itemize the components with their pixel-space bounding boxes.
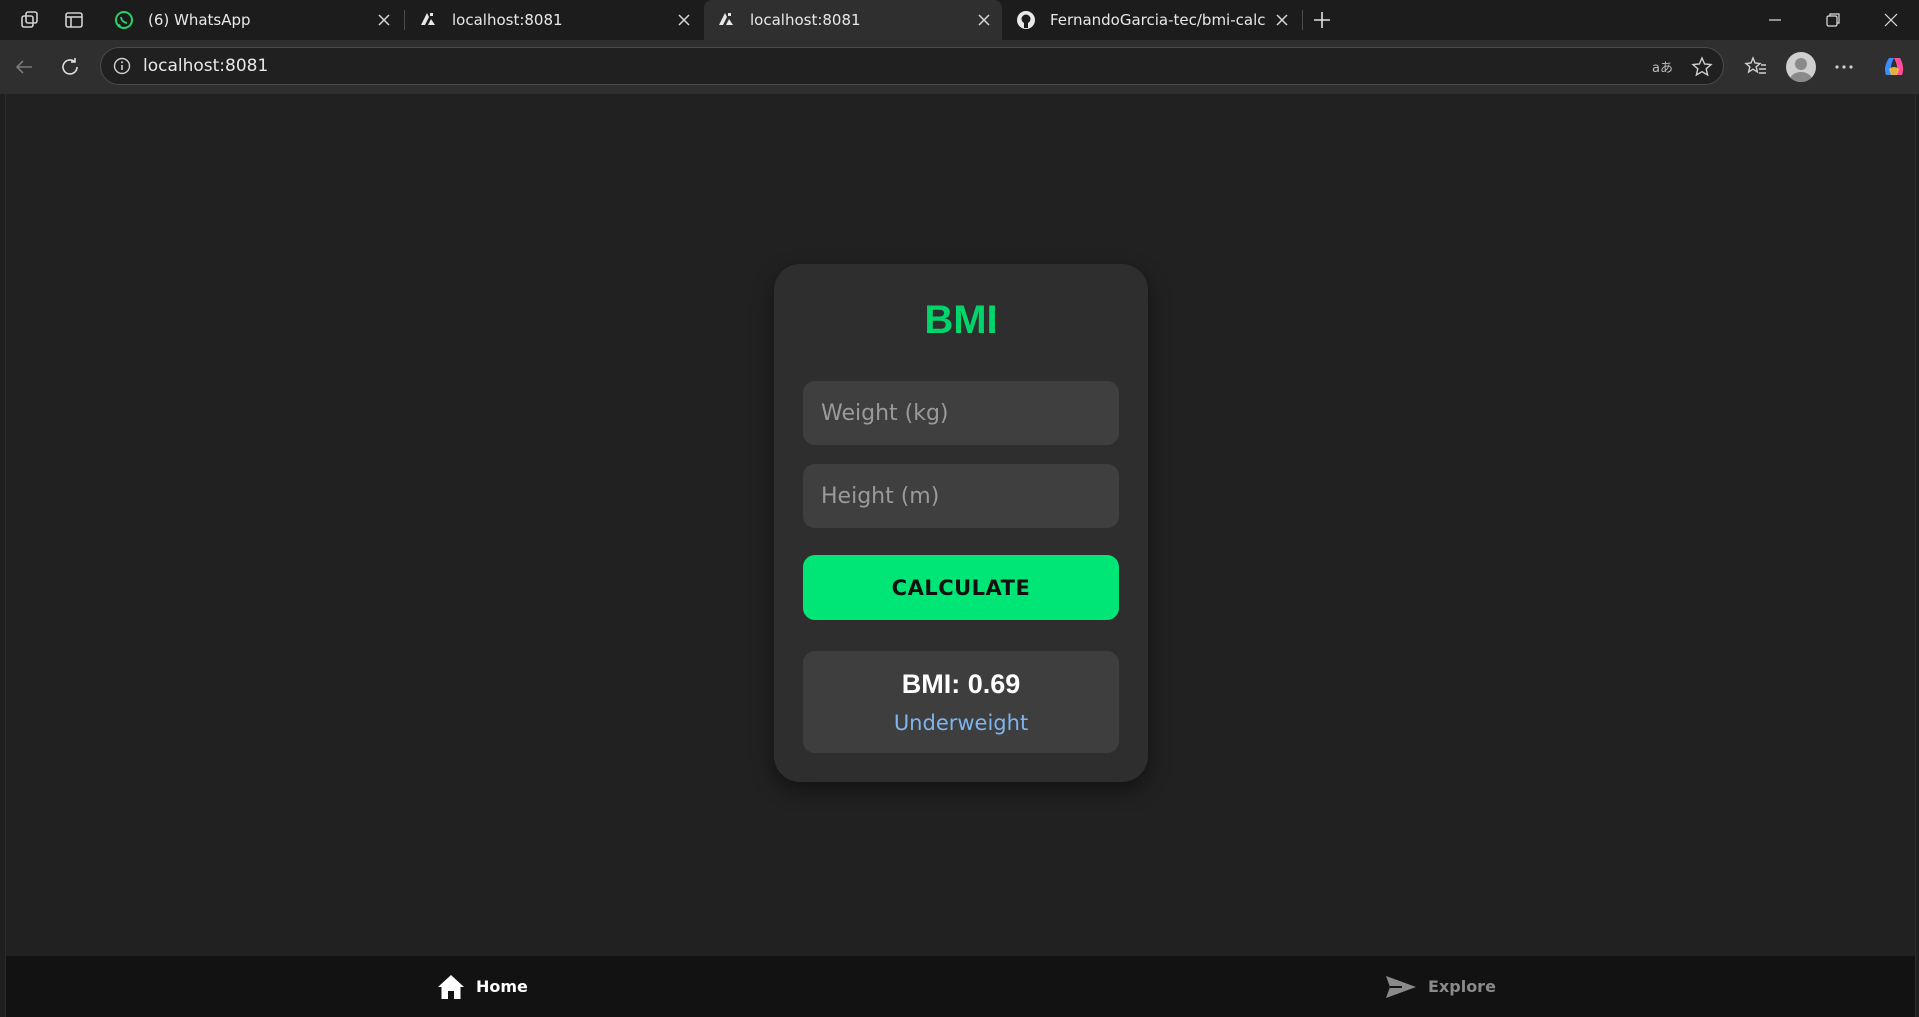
tab-localhost-active[interactable]: localhost:8081	[704, 0, 1002, 40]
tab-divider	[404, 10, 405, 30]
tab-title: FernandoGarcia-tec/bmi-calculato	[1050, 11, 1266, 29]
expo-icon	[719, 13, 733, 25]
nav-home[interactable]: Home	[436, 956, 528, 1017]
page-viewport: BMI CALCULATE BMI: 0.69 Underweight Home…	[5, 94, 1916, 1017]
tab-actions-icon[interactable]	[63, 9, 85, 31]
bottom-tab-bar: Home Explore	[6, 956, 1915, 1017]
calculate-button[interactable]: CALCULATE	[803, 555, 1119, 620]
browser-toolbar: localhost:8081 aあ	[0, 40, 1919, 94]
nav-explore-label: Explore	[1428, 977, 1496, 996]
close-tab-icon[interactable]	[1274, 12, 1290, 28]
weight-input[interactable]	[803, 381, 1119, 445]
paper-plane-icon	[1386, 975, 1416, 998]
tab-title: localhost:8081	[452, 11, 563, 29]
height-input[interactable]	[803, 464, 1119, 528]
whatsapp-icon	[115, 11, 133, 29]
expo-icon	[421, 13, 435, 25]
minimize-icon[interactable]	[1765, 10, 1785, 30]
address-bar[interactable]: localhost:8081 aあ	[100, 47, 1724, 85]
new-tab-icon[interactable]	[1310, 8, 1334, 32]
more-options-icon[interactable]	[1832, 55, 1856, 79]
workspaces-icon[interactable]	[19, 9, 41, 31]
github-icon	[1017, 11, 1035, 29]
bmi-category: Underweight	[893, 711, 1029, 735]
nav-explore[interactable]: Explore	[1384, 956, 1496, 1017]
tab-localhost[interactable]: localhost:8081	[406, 0, 702, 40]
svg-text:aあ: aあ	[1652, 61, 1673, 76]
bmi-card: BMI CALCULATE BMI: 0.69 Underweight	[774, 264, 1148, 782]
profile-avatar[interactable]	[1786, 52, 1816, 82]
tab-github[interactable]: FernandoGarcia-tec/bmi-calculato	[1004, 0, 1300, 40]
restore-icon[interactable]	[1823, 10, 1843, 30]
address-url[interactable]: localhost:8081	[143, 56, 268, 76]
site-info-icon[interactable]	[113, 57, 131, 75]
refresh-icon[interactable]	[58, 55, 82, 79]
app-title: BMI	[924, 298, 998, 342]
browser-tab-bar: (6) WhatsApp localhost:8081 localhost:80…	[0, 0, 1919, 40]
result-panel: BMI: 0.69 Underweight	[803, 651, 1119, 753]
favorites-icon[interactable]	[1744, 55, 1768, 79]
bmi-result-value: BMI: 0.69	[901, 669, 1021, 699]
close-window-icon[interactable]	[1881, 10, 1901, 30]
home-icon	[438, 974, 464, 999]
close-tab-icon[interactable]	[976, 12, 992, 28]
read-aloud-translate-icon[interactable]: aあ	[1651, 56, 1673, 78]
tab-divider	[1302, 10, 1303, 30]
copilot-icon[interactable]	[1880, 53, 1908, 81]
close-tab-icon[interactable]	[676, 12, 692, 28]
back-icon[interactable]	[12, 55, 36, 79]
tab-title: localhost:8081	[750, 11, 861, 29]
tab-whatsapp[interactable]: (6) WhatsApp	[102, 0, 402, 40]
nav-home-label: Home	[476, 977, 528, 996]
tab-title: (6) WhatsApp	[148, 11, 251, 29]
close-tab-icon[interactable]	[376, 12, 392, 28]
profile-icon	[1790, 58, 1812, 82]
favorite-star-icon[interactable]	[1691, 56, 1713, 78]
